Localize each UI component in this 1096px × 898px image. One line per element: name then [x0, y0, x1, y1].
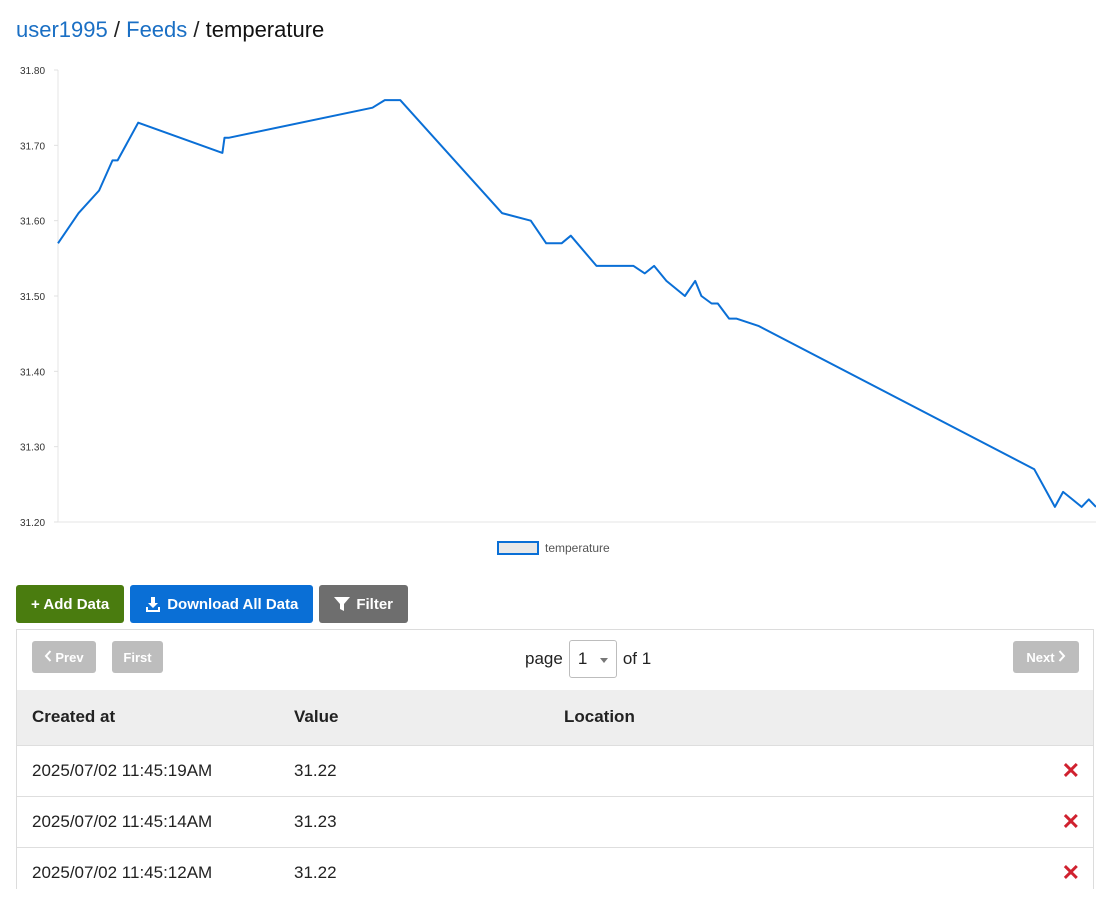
- delete-row-icon[interactable]: ✕: [1062, 809, 1080, 834]
- header-value: Value: [294, 707, 339, 727]
- filter-label: Filter: [356, 595, 394, 613]
- download-all-data-label: Download All Data: [167, 595, 299, 613]
- add-data-button[interactable]: + Add Data: [16, 585, 125, 623]
- breadcrumb-user-link[interactable]: user1995: [16, 17, 108, 42]
- y-tick-label: 31.60: [20, 217, 45, 228]
- chevron-down-icon: [599, 658, 608, 663]
- cell-location: [549, 744, 903, 796]
- chevron-left-icon: [44, 649, 52, 665]
- page-total-label: of 1: [622, 649, 652, 668]
- delete-row-icon[interactable]: ✕: [1062, 860, 1080, 885]
- breadcrumb-separator: /: [113, 17, 120, 42]
- first-page-button[interactable]: First: [112, 641, 163, 673]
- series-line-temperature: [57, 99, 1096, 508]
- next-label: Next: [1026, 649, 1055, 665]
- breadcrumb-current-feed: temperature: [205, 17, 325, 42]
- prev-page-button[interactable]: Prev: [32, 641, 96, 673]
- download-all-data-button[interactable]: Download All Data: [130, 585, 314, 623]
- filter-button[interactable]: Filter: [319, 585, 409, 623]
- table-row: 2025/07/02 11:45:12AM 31.22 ✕: [17, 846, 1093, 898]
- y-tick-label: 31.70: [20, 141, 45, 152]
- breadcrumb-feeds-link[interactable]: Feeds: [126, 17, 187, 42]
- cell-location: [549, 846, 903, 898]
- page-select-value: 1: [577, 649, 588, 668]
- breadcrumb-separator: /: [193, 17, 200, 42]
- add-data-label: + Add Data: [31, 595, 110, 613]
- y-tick-label: 31.40: [20, 367, 45, 378]
- y-tick-label: 31.30: [20, 443, 45, 454]
- cell-created-at: 2025/07/02 11:45:19AM: [17, 744, 279, 796]
- temperature-line-chart: 31.80 31.70 31.60 31.50 31.40 31.30 31.20 tempe…: [20, 66, 1096, 555]
- page-indicator: page 1 of 1: [525, 640, 651, 678]
- cell-created-at: 2025/07/02 11:45:14AM: [17, 795, 279, 847]
- cell-location: [549, 795, 903, 847]
- header-created-at: Created at: [32, 707, 116, 727]
- filter-icon: [334, 596, 351, 612]
- table-header-row: Created at Value Location: [17, 690, 1093, 745]
- chevron-right-icon: [1058, 649, 1066, 665]
- data-table-panel: Prev First page 1 of 1 Next Created at V…: [16, 629, 1094, 898]
- delete-row-icon[interactable]: ✕: [1062, 758, 1080, 783]
- action-bar: + Add Data Download All Data Filter: [16, 585, 409, 623]
- data-table: Created at Value Location 2025/07/02 11:…: [17, 690, 1093, 898]
- next-page-button[interactable]: Next: [1013, 641, 1079, 673]
- download-icon: [145, 596, 161, 612]
- page-label: page: [525, 649, 563, 668]
- header-actions: [902, 690, 1093, 745]
- header-location: Location: [564, 707, 635, 727]
- legend-swatch-temperature: [497, 541, 539, 555]
- y-tick-label: 31.50: [20, 292, 45, 303]
- legend-label-temperature: temperature: [545, 541, 610, 555]
- prev-label: Prev: [55, 649, 84, 665]
- pagination-bar: Prev First page 1 of 1 Next: [17, 630, 1093, 690]
- cell-created-at: 2025/07/02 11:45:12AM: [17, 846, 279, 898]
- table-row: 2025/07/02 11:45:14AM 31.23 ✕: [17, 795, 1093, 847]
- y-tick-label: 31.20: [20, 518, 45, 529]
- y-tick-label: 31.80: [20, 66, 45, 77]
- cell-value: 31.22: [279, 846, 549, 898]
- cell-value: 31.22: [279, 744, 549, 796]
- table-row: 2025/07/02 11:45:19AM 31.22 ✕: [17, 744, 1093, 796]
- breadcrumb: user1995 / Feeds / temperature: [16, 16, 324, 44]
- first-label: First: [123, 649, 152, 665]
- page-select[interactable]: 1: [568, 640, 617, 678]
- cell-value: 31.23: [279, 795, 549, 847]
